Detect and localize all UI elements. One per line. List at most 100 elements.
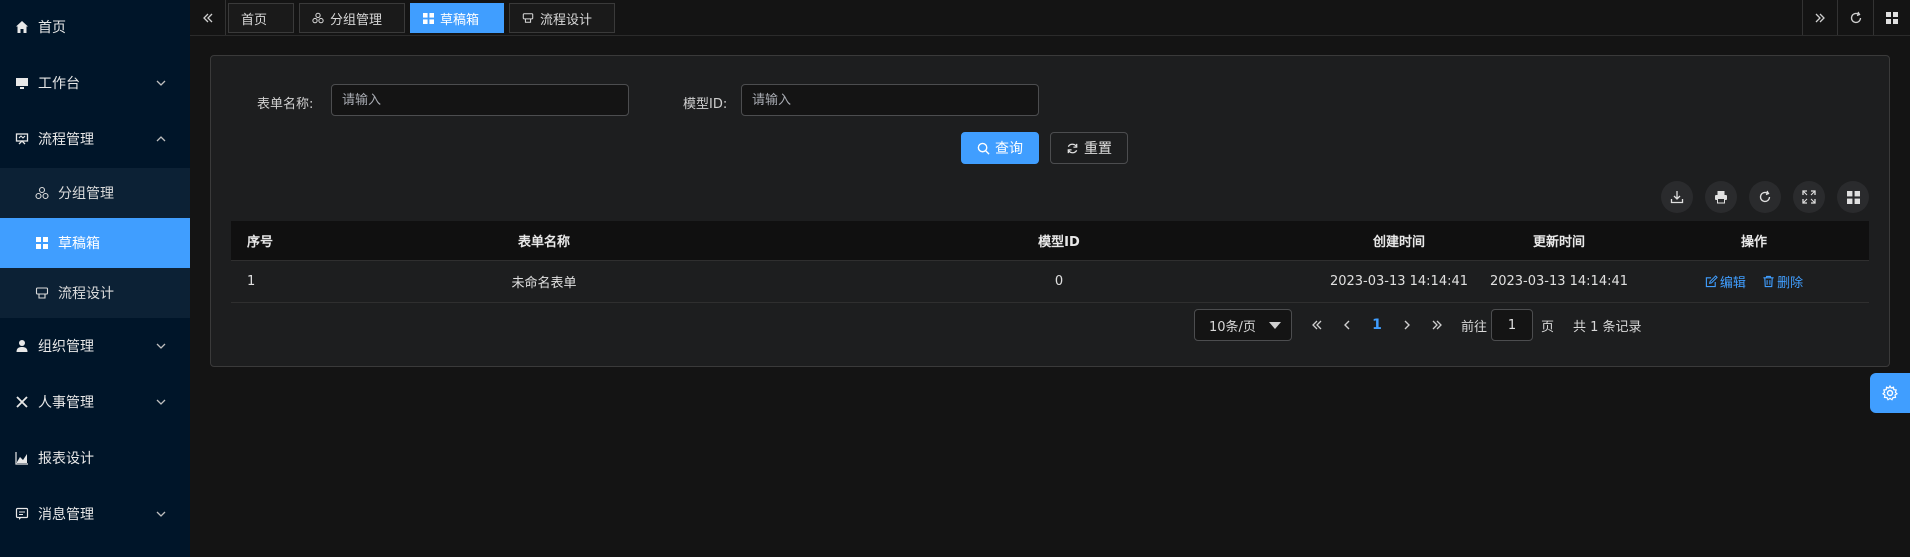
message-icon bbox=[14, 506, 30, 522]
scroll-tabs-right-button[interactable] bbox=[1802, 0, 1838, 35]
chart-icon bbox=[14, 450, 30, 466]
download-icon bbox=[1670, 191, 1684, 204]
tab-home[interactable]: 首页 bbox=[228, 3, 294, 33]
sidebar-item-flow-management[interactable]: 流程管理 bbox=[0, 114, 190, 164]
edit-button[interactable]: 编辑 bbox=[1705, 272, 1746, 291]
refresh-icon bbox=[1066, 142, 1079, 155]
cluster-icon bbox=[312, 12, 324, 24]
tab-drafts[interactable]: 草稿箱 bbox=[410, 3, 504, 33]
home-icon bbox=[14, 19, 30, 35]
sidebar-item-messages[interactable]: 消息管理 bbox=[0, 489, 190, 539]
sidebar-item-organization[interactable]: 组织管理 bbox=[0, 321, 190, 371]
grid-icon bbox=[1886, 11, 1898, 24]
settings-button[interactable] bbox=[1870, 373, 1910, 413]
model-id-input[interactable] bbox=[741, 84, 1039, 116]
reset-button[interactable]: 重置 bbox=[1050, 132, 1128, 164]
delete-label: 删除 bbox=[1777, 275, 1804, 291]
page-size-select[interactable]: 10条/页 bbox=[1194, 309, 1292, 341]
drafts-table: 序号 表单名称 模型ID 创建时间 更新时间 操作 1 未命名表单 0 2023… bbox=[231, 221, 1869, 303]
sidebar-item-label: 工作台 bbox=[38, 76, 80, 92]
sidebar-item-label: 首页 bbox=[38, 20, 66, 36]
refresh-icon bbox=[1850, 11, 1861, 23]
total-records: 共 1 条记录 bbox=[1573, 319, 1642, 335]
cell-model-id: 0 bbox=[1054, 274, 1064, 289]
column-header: 表单名称 bbox=[517, 235, 570, 250]
cluster-icon bbox=[34, 185, 50, 201]
model-id-label: 模型ID: bbox=[683, 97, 728, 112]
tab-flow-design[interactable]: 流程设计 bbox=[509, 3, 615, 33]
sidebar-subitem-label: 分组管理 bbox=[58, 186, 114, 202]
refresh-page-button[interactable] bbox=[1838, 0, 1874, 35]
tab-group-management[interactable]: 分组管理 bbox=[299, 3, 405, 33]
column-header: 创建时间 bbox=[1372, 235, 1425, 250]
tab-menu-button[interactable] bbox=[1874, 0, 1910, 35]
page-number[interactable]: 1 bbox=[1363, 309, 1391, 341]
cell-updated-time: 2023-03-13 14:14:41 bbox=[1489, 274, 1629, 289]
cell-actions: 编辑 删除 bbox=[1639, 272, 1869, 292]
double-chevron-left-icon bbox=[1312, 320, 1322, 330]
tab-bar: 首页 分组管理 草稿箱 流程设计 bbox=[190, 0, 1910, 36]
delete-button[interactable]: 删除 bbox=[1762, 272, 1803, 291]
chevron-down-icon bbox=[156, 399, 166, 405]
first-page-button[interactable] bbox=[1303, 309, 1331, 341]
query-button-label: 查询 bbox=[995, 141, 1023, 157]
grid-icon bbox=[423, 12, 434, 24]
sidebar-item-workbench[interactable]: 工作台 bbox=[0, 58, 190, 108]
export-button[interactable] bbox=[1661, 181, 1693, 213]
query-button[interactable]: 查询 bbox=[961, 132, 1039, 164]
goto-page-input[interactable] bbox=[1491, 309, 1533, 341]
trash-icon bbox=[1763, 275, 1774, 287]
double-chevron-right-icon bbox=[1815, 13, 1825, 22]
design-icon bbox=[522, 12, 534, 24]
monitor-icon bbox=[14, 75, 30, 91]
refresh-icon bbox=[1759, 190, 1771, 203]
form-name-label: 表单名称: bbox=[257, 97, 314, 112]
sidebar-item-home[interactable]: 首页 bbox=[0, 2, 190, 52]
print-button[interactable] bbox=[1705, 181, 1737, 213]
reset-button-label: 重置 bbox=[1084, 141, 1112, 157]
column-settings-button[interactable] bbox=[1837, 181, 1869, 213]
page-size-value: 10条/页 bbox=[1209, 319, 1256, 335]
sidebar-subitem-label: 流程设计 bbox=[58, 286, 114, 302]
scroll-tabs-left-button[interactable] bbox=[190, 0, 226, 35]
edit-label: 编辑 bbox=[1719, 275, 1746, 291]
sidebar: 首页 工作台 流程管理 分组管理 草稿箱 流程设计 组织管理 人事管理 报表设计… bbox=[0, 0, 190, 557]
fullscreen-button[interactable] bbox=[1793, 181, 1825, 213]
column-header: 模型ID bbox=[1038, 235, 1080, 250]
search-icon bbox=[977, 142, 990, 155]
sidebar-subitem-drafts[interactable]: 草稿箱 bbox=[0, 218, 190, 268]
tab-label: 分组管理 bbox=[330, 12, 383, 28]
tab-label: 草稿箱 bbox=[440, 12, 480, 28]
cell-created-time: 2023-03-13 14:14:41 bbox=[1329, 274, 1469, 289]
last-page-button[interactable] bbox=[1423, 309, 1451, 341]
table-row: 1 未命名表单 0 2023-03-13 14:14:41 2023-03-13… bbox=[231, 261, 1869, 303]
double-chevron-left-icon bbox=[202, 13, 212, 22]
chevron-down-icon bbox=[156, 511, 166, 517]
sidebar-item-hr[interactable]: 人事管理 bbox=[0, 377, 190, 427]
fullscreen-icon bbox=[1802, 190, 1816, 204]
prev-page-button[interactable] bbox=[1333, 309, 1361, 341]
sidebar-item-report-design[interactable]: 报表设计 bbox=[0, 433, 190, 483]
column-header: 序号 bbox=[247, 235, 274, 250]
chevron-right-icon bbox=[1404, 320, 1410, 330]
refresh-table-button[interactable] bbox=[1749, 181, 1781, 213]
form-name-input[interactable] bbox=[331, 84, 629, 116]
goto-label: 前往 bbox=[1461, 319, 1488, 335]
chevron-down-icon bbox=[156, 343, 166, 349]
tab-label: 流程设计 bbox=[540, 12, 593, 28]
tab-label: 首页 bbox=[241, 12, 268, 28]
cell-index: 1 bbox=[247, 274, 256, 289]
sidebar-item-label: 流程管理 bbox=[38, 132, 94, 148]
user-icon bbox=[14, 338, 30, 354]
caret-down-icon bbox=[1269, 322, 1281, 329]
close-x-icon bbox=[14, 394, 30, 410]
edit-icon bbox=[1705, 274, 1718, 287]
sidebar-item-label: 报表设计 bbox=[38, 451, 94, 467]
sidebar-subitem-group-management[interactable]: 分组管理 bbox=[0, 168, 190, 218]
next-page-button[interactable] bbox=[1393, 309, 1421, 341]
flow-icon bbox=[14, 131, 30, 147]
sidebar-item-label: 人事管理 bbox=[38, 395, 94, 411]
chevron-left-icon bbox=[1344, 320, 1350, 330]
sidebar-subitem-flow-design[interactable]: 流程设计 bbox=[0, 268, 190, 318]
chevron-up-icon bbox=[156, 136, 166, 142]
